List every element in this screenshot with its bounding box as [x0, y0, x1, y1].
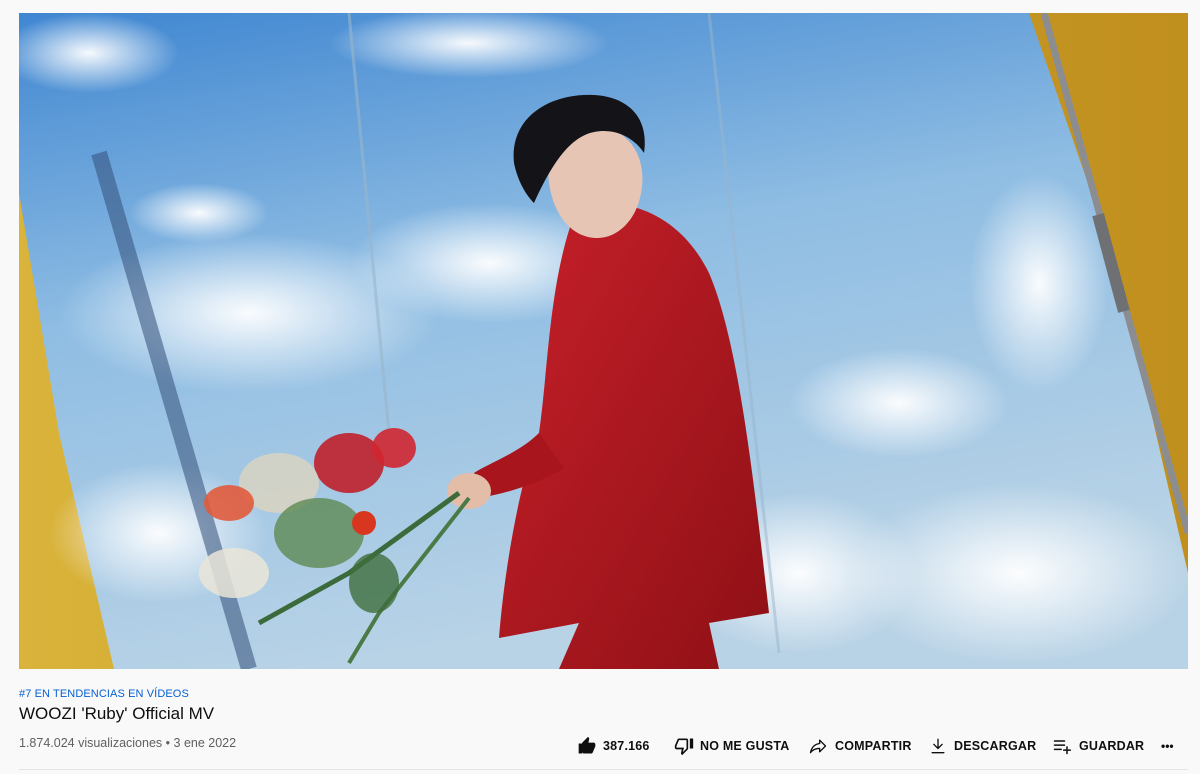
share-arrow-icon [809, 739, 827, 754]
save-label: GUARDAR [1079, 739, 1145, 753]
more-actions-button[interactable]: ••• [1161, 734, 1174, 758]
download-button[interactable]: DESCARGAR [928, 734, 1036, 758]
video-player[interactable] [19, 13, 1188, 669]
download-icon [931, 738, 945, 754]
section-divider [19, 769, 1188, 770]
like-count: 387.166 [603, 739, 650, 753]
download-label: DESCARGAR [954, 739, 1037, 753]
thumb-down-icon [674, 738, 694, 756]
thumb-up-filled-icon [578, 736, 596, 754]
more-horizontal-icon: ••• [1161, 739, 1174, 753]
like-button[interactable]: 387.166 [577, 734, 650, 758]
trending-badge[interactable]: #7 EN TENDENCIAS EN VÍDEOS [19, 688, 189, 700]
playlist-add-icon [1053, 740, 1072, 755]
action-bar: 387.166 NO ME GUSTA COMPARTIR DESCARGAR … [0, 734, 1200, 758]
share-button[interactable]: COMPARTIR [807, 734, 912, 758]
video-title: WOOZI 'Ruby' Official MV [19, 704, 215, 723]
video-frame [19, 13, 1188, 669]
save-button[interactable]: GUARDAR [1051, 734, 1144, 758]
share-label: COMPARTIR [835, 739, 912, 753]
dislike-label: NO ME GUSTA [700, 739, 790, 753]
dislike-button[interactable]: NO ME GUSTA [674, 734, 789, 758]
